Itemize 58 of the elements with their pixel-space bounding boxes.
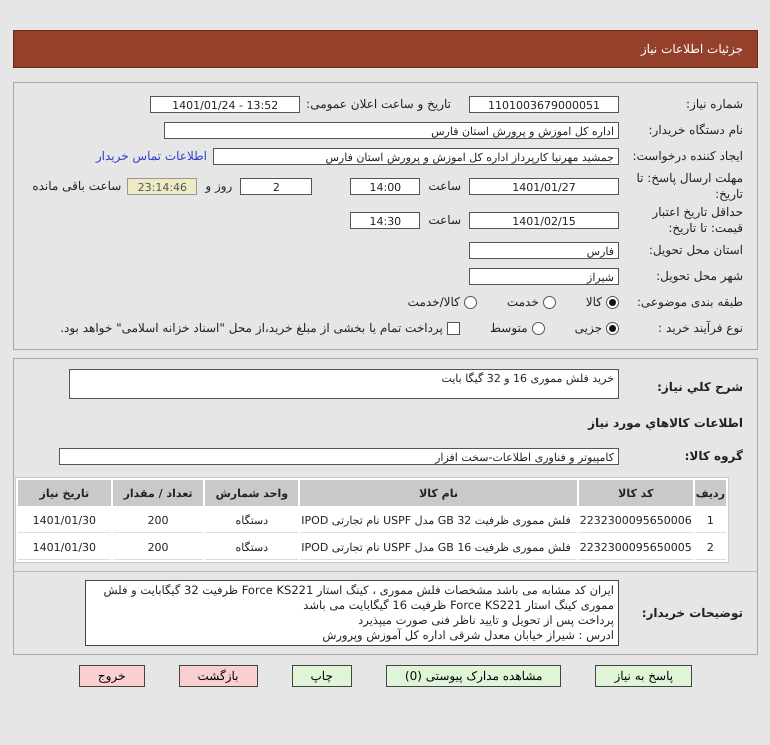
deadline-time-field: 14:00 [350, 178, 420, 194]
action-button[interactable]: بازگشت [178, 665, 258, 687]
action-button[interactable]: پاسخ به نیاز [595, 665, 692, 687]
field-label: حداقل تاریخ اعتبار قیمت: تا تاریخ: [650, 204, 744, 236]
province-field: فارس [469, 242, 619, 258]
days-field: 2 [240, 178, 312, 194]
remaining-time-field: 23:14:46 [127, 178, 198, 194]
summary-field: خرید فلش مموری 16 و 32 گیگا بایت [69, 369, 619, 399]
field-label: ساعت [428, 179, 461, 193]
field-label: نام دستگاه خریدار: [648, 122, 744, 138]
column-header: کد کالا [578, 480, 693, 506]
requester-field: جمشید مهرنیا کارپرداز اداره کل اموزش و پرورش استان فارس [213, 148, 619, 164]
buyer-field: اداره کل اموزش و پرورش استان فارس [164, 122, 619, 138]
field-label: شرح کلي نياز: [656, 379, 744, 395]
action-button[interactable]: خروج [78, 665, 144, 687]
field-label: ایجاد کننده درخواست: [631, 148, 744, 164]
page-title: جزئیات اطلاعات نیاز [640, 42, 743, 56]
field-label: ساعت [428, 213, 461, 227]
field-label: شماره نیاز: [685, 96, 744, 112]
column-header: تاریخ نیاز [18, 480, 111, 506]
deadline-date-field: 1401/01/27 [469, 178, 619, 194]
section-heading: اطلاعات کالاهاي مورد نياز [588, 416, 744, 430]
column-header: واحد شمارش [205, 480, 298, 506]
goods-group-field: کامپیوتر و فناوری اطلاعات-سخت افزار [59, 448, 619, 464]
validity-date-field: 1401/02/15 [469, 212, 619, 228]
field-label: طبقه بندی موضوعی: [636, 294, 744, 310]
radio-button[interactable] [606, 296, 619, 308]
field-label: تاریخ و ساعت اعلان عمومی: [306, 97, 451, 111]
field-label: توضیحات خریدار: [640, 605, 744, 621]
field-label: گروه کالا: [684, 448, 744, 464]
radio-button[interactable] [606, 322, 619, 334]
field-label: مهلت ارسال پاسخ: تا تاریخ: [635, 170, 744, 202]
radio-label: جزیی [574, 321, 602, 335]
radio-button[interactable] [532, 322, 545, 334]
city-field: شیراز [469, 268, 619, 284]
column-header: ردیف [694, 480, 726, 506]
validity-time-field: 14:30 [350, 212, 420, 228]
field-label: استان محل تحویل: [648, 242, 744, 258]
field-label: نوع فرآیند خرید : [657, 320, 744, 336]
radio-label: خدمت [506, 295, 539, 309]
announce-date-field: 1401/01/24 - 13:52 [150, 96, 300, 112]
buyer-contact-link[interactable]: اطلاعات تماس خریدار [96, 149, 207, 163]
radio-button[interactable] [464, 296, 477, 308]
action-button[interactable]: چاپ [292, 665, 352, 687]
column-header: تعداد / مقدار [112, 480, 204, 506]
field-label: ساعت باقی مانده [32, 179, 122, 193]
need-number-field: 1101003679000051 [469, 96, 619, 112]
checkbox[interactable] [446, 322, 460, 334]
radio-label: کالا/خدمت [408, 295, 460, 309]
field-label: روز و [205, 179, 232, 193]
action-button[interactable]: مشاهده مدارک پیوستی (0) [386, 665, 562, 687]
buyer-notes: ایران کد مشابه می باشد مشخصات فلش مموری ، کینگ استار Force KS221 ظرفیت 32 گیگابایت و فلش مموری کینگ استار Force KS221 ظرفیت 16 گیگابایت می باشد پرداخت پس از تحویل و تایید ناظر فنی صورت میپذیرد ادرس : شیراز خیابان معدل شرقی اداره کل آموزش وپرورش [85, 580, 619, 646]
column-header: نام کالا [300, 480, 577, 506]
radio-label: کالا [586, 295, 602, 309]
radio-label: متوسط [490, 321, 528, 335]
field-label: شهر محل تحویل: [655, 268, 744, 284]
checkbox-label: پرداخت تمام یا بخشی از مبلغ خرید،از محل "اسناد خزانه اسلامی" خواهد بود. [60, 321, 443, 335]
radio-button[interactable] [542, 296, 556, 308]
